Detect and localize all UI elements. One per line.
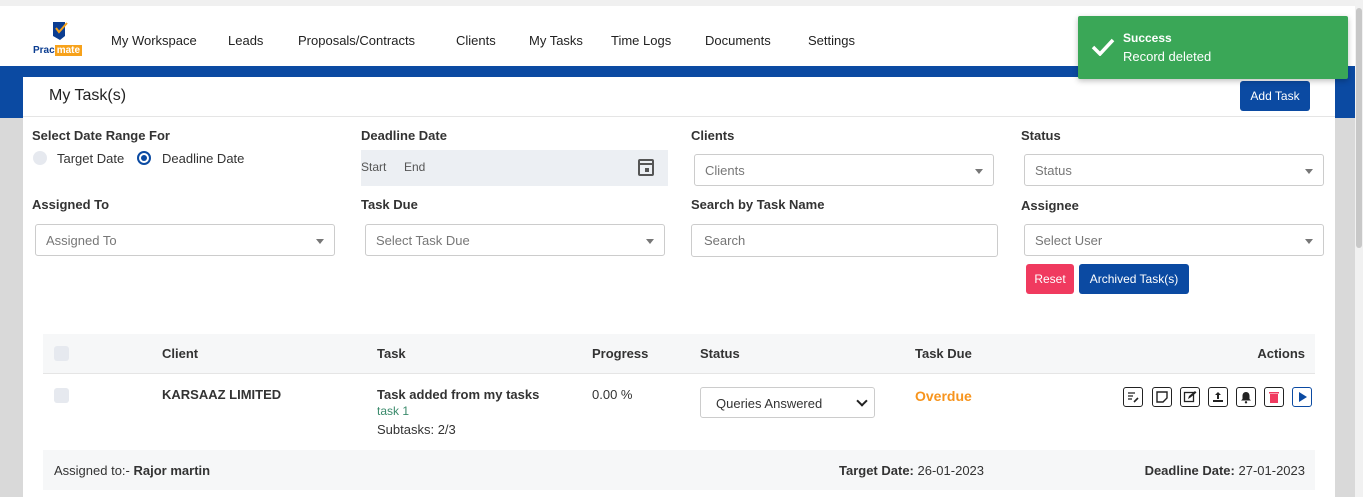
target-date-label: Target Date:: [839, 463, 914, 478]
nav-my-tasks[interactable]: My Tasks: [529, 33, 583, 48]
row-task-due: Overdue: [915, 388, 972, 404]
app-logo[interactable]: Prac mate: [33, 20, 91, 64]
edit-note-icon[interactable]: [1123, 387, 1143, 407]
deadline-date-radio-label[interactable]: Deadline Date: [162, 151, 244, 166]
reset-button[interactable]: Reset: [1026, 264, 1074, 294]
deadline-date-radio[interactable]: [137, 151, 151, 165]
toast-message: Record deleted: [1123, 49, 1212, 64]
clients-select[interactable]: Clients: [694, 154, 994, 186]
col-progress[interactable]: Progress: [592, 346, 648, 361]
sticky-note-icon[interactable]: [1152, 387, 1172, 407]
table-header: Client Task Progress Status Task Due Act…: [43, 334, 1315, 374]
nav-time-logs[interactable]: Time Logs: [611, 33, 671, 48]
task-due-label: Task Due: [361, 197, 418, 212]
row-client[interactable]: KARSAAZ LIMITED: [162, 387, 281, 402]
row-subtasks: Subtasks: 2/3: [377, 422, 456, 437]
deadline-date-label-row: Deadline Date:: [1144, 463, 1235, 478]
chevron-down-icon: [856, 395, 868, 407]
assignee-select[interactable]: Select User: [1024, 224, 1324, 256]
clients-label: Clients: [691, 128, 735, 143]
target-date-radio-label[interactable]: Target Date: [57, 151, 124, 166]
col-client[interactable]: Client: [162, 346, 198, 361]
target-date-radio[interactable]: [33, 151, 47, 165]
row-checkbox[interactable]: [54, 388, 69, 403]
check-icon: [1091, 38, 1115, 56]
assigned-to-select[interactable]: Assigned To: [35, 224, 335, 256]
date-range-label: Select Date Range For: [32, 128, 170, 143]
assignee-label: Assignee: [1021, 198, 1079, 213]
row-task-title[interactable]: Task added from my tasks: [377, 387, 539, 402]
success-toast[interactable]: Success Record deleted: [1078, 16, 1348, 79]
search-task-label: Search by Task Name: [691, 197, 825, 212]
upload-icon[interactable]: [1208, 387, 1228, 407]
status-placeholder: Status: [1035, 163, 1072, 178]
logo-text: Prac mate: [33, 45, 83, 56]
deadline-date-value: 27-01-2023: [1238, 463, 1306, 478]
toast-title: Success: [1123, 31, 1172, 45]
nav-settings[interactable]: Settings: [808, 33, 855, 48]
end-date-input[interactable]: End: [404, 160, 425, 174]
trash-icon[interactable]: [1264, 387, 1284, 407]
deadline-date-label: Deadline Date: [361, 128, 447, 143]
assigned-to-label: Assigned To: [32, 197, 110, 212]
scrollbar-thumb[interactable]: [1356, 8, 1362, 248]
task-due-placeholder: Select Task Due: [376, 233, 470, 248]
nav-my-workspace[interactable]: My Workspace: [111, 33, 197, 48]
assigned-to-placeholder: Assigned To: [46, 233, 117, 248]
row-progress: 0.00 %: [592, 387, 633, 402]
assigned-to-text: Assigned to:- Rajor martin: [54, 463, 210, 478]
assignee-placeholder: Select User: [1035, 233, 1103, 248]
target-date-value: 26-01-2023: [917, 463, 985, 478]
nav-leads[interactable]: Leads: [228, 33, 263, 48]
clients-placeholder: Clients: [705, 163, 745, 178]
card-header: My Task(s) Add Task: [23, 77, 1335, 117]
col-actions: Actions: [1257, 346, 1305, 361]
archived-tasks-button[interactable]: Archived Task(s): [1079, 264, 1189, 294]
caret-down-icon: [316, 239, 324, 244]
nav-proposals-contracts[interactable]: Proposals/Contracts: [298, 33, 415, 48]
nav-documents[interactable]: Documents: [705, 33, 771, 48]
page-title: My Task(s): [49, 87, 127, 104]
row-task-subtitle[interactable]: task 1: [377, 404, 409, 418]
caret-down-icon: [1305, 169, 1313, 174]
deadline-date-range-picker[interactable]: Start End: [361, 150, 668, 186]
target-date-text: Target Date: 26-01-2023: [839, 463, 984, 478]
col-task[interactable]: Task: [377, 346, 406, 361]
assigned-to-name: Rajor martin: [133, 463, 211, 478]
status-label: Status: [1021, 128, 1061, 143]
caret-down-icon: [975, 169, 983, 174]
row-details: Assigned to:- Rajor martin Target Date: …: [43, 450, 1315, 490]
logo-mark-icon: [53, 22, 68, 40]
select-all-checkbox[interactable]: [54, 346, 69, 361]
row-status-value: Queries Answered: [716, 396, 823, 411]
start-date-input[interactable]: Start: [361, 160, 386, 174]
edit-icon[interactable]: [1180, 387, 1200, 407]
caret-down-icon: [646, 239, 654, 244]
assigned-to-prefix: Assigned to:-: [54, 463, 130, 478]
row-status-select[interactable]: Queries Answered: [700, 387, 875, 418]
task-due-select[interactable]: Select Task Due: [365, 224, 665, 256]
search-task-input[interactable]: [691, 224, 998, 257]
calendar-icon[interactable]: [638, 159, 654, 176]
page-scrollbar[interactable]: [1355, 0, 1363, 497]
play-icon[interactable]: [1292, 387, 1312, 407]
nav-clients[interactable]: Clients: [456, 33, 496, 48]
status-select[interactable]: Status: [1024, 154, 1324, 186]
col-status[interactable]: Status: [700, 346, 740, 361]
table-row: KARSAAZ LIMITED Task added from my tasks…: [43, 374, 1315, 450]
bell-icon[interactable]: [1236, 387, 1256, 407]
add-task-button[interactable]: Add Task: [1240, 81, 1310, 111]
deadline-date-text: Deadline Date: 27-01-2023: [1145, 463, 1305, 478]
caret-down-icon: [1305, 239, 1313, 244]
col-task-due[interactable]: Task Due: [915, 346, 972, 361]
